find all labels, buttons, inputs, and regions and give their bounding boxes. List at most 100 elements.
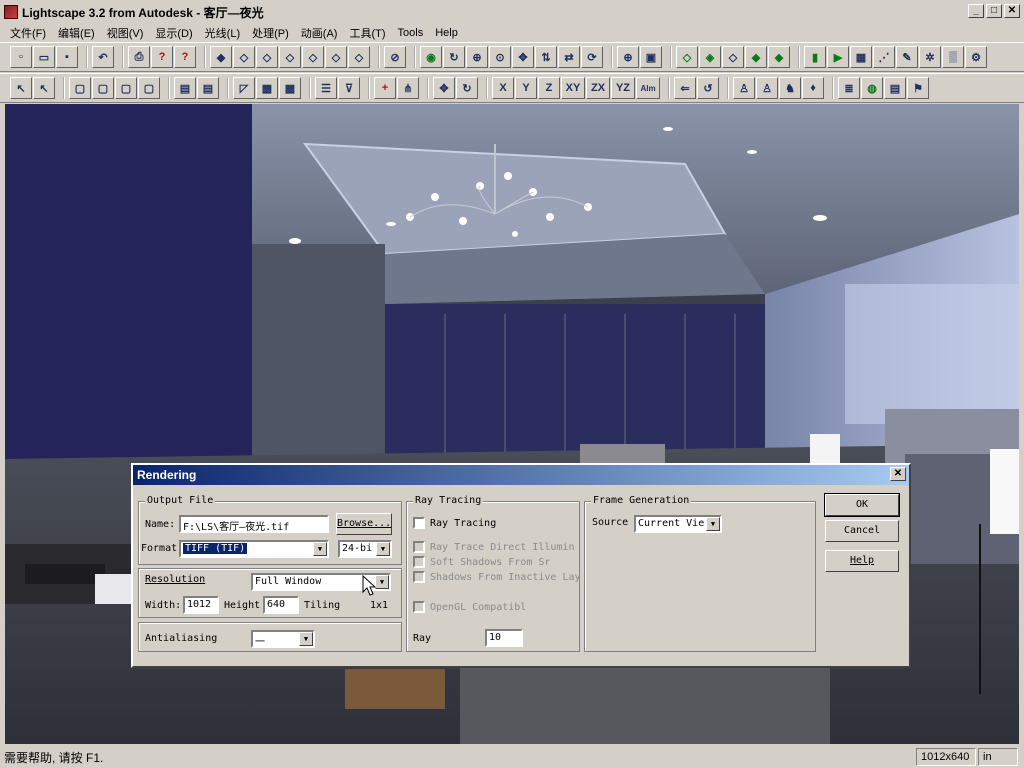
light-bulb-icon[interactable]: ♦ <box>802 77 824 99</box>
ok-button[interactable]: OK <box>824 493 900 517</box>
menu-process[interactable]: 处理(P) <box>246 25 295 41</box>
menu-tools-cn[interactable]: 工具(T) <box>343 25 391 41</box>
fly-icon[interactable]: ⇄ <box>558 46 580 68</box>
soft-shadows-checkbox[interactable] <box>413 556 425 568</box>
select-window-icon[interactable]: ▢ <box>69 77 91 99</box>
move-icon[interactable]: ✥ <box>433 77 455 99</box>
axis-z-button[interactable]: Z <box>538 77 560 99</box>
maximize-button[interactable]: □ <box>986 4 1002 18</box>
axis-yz-button[interactable]: YZ <box>611 77 635 99</box>
cube-view-3-icon[interactable]: ◇ <box>279 46 301 68</box>
cube-view-4-icon[interactable]: ◇ <box>302 46 324 68</box>
cube-view-2-icon[interactable]: ◇ <box>256 46 278 68</box>
axis-y-button[interactable]: Y <box>515 77 537 99</box>
cube-view-6-icon[interactable]: ◇ <box>348 46 370 68</box>
ray-depth-field[interactable]: 10 <box>485 629 523 647</box>
surface-select-icon[interactable]: ◸ <box>233 77 255 99</box>
bit-depth-select[interactable]: 24-bi ▼ <box>338 540 392 558</box>
deselect-all-icon[interactable]: ▢ <box>138 77 160 99</box>
pan-icon[interactable]: ✥ <box>512 46 534 68</box>
open-folder-icon[interactable]: ▭ <box>33 46 55 68</box>
menu-light[interactable]: 光线(L) <box>199 25 246 41</box>
tool-icon[interactable]: ✎ <box>896 46 918 68</box>
render-view-icon[interactable]: ▣ <box>640 46 662 68</box>
ray-tracing-checkbox[interactable] <box>413 517 425 529</box>
axis-alm-button[interactable]: Alm <box>636 77 660 99</box>
wire-cube-icon[interactable]: ◈ <box>699 46 721 68</box>
stairs-icon[interactable]: ⋰ <box>873 46 895 68</box>
person-select-icon[interactable]: ♙ <box>756 77 778 99</box>
menu-animation[interactable]: 动画(A) <box>295 25 344 41</box>
antialiasing-select[interactable]: 一 ▼ <box>251 630 315 648</box>
tree-icon[interactable]: ⋔ <box>397 77 419 99</box>
layers-icon[interactable]: ≣ <box>838 77 860 99</box>
save-icon[interactable]: ▪ <box>56 46 78 68</box>
select-crossing-icon[interactable]: ▢ <box>92 77 114 99</box>
browse-button[interactable]: Browse... <box>336 513 392 535</box>
layer-icon[interactable]: ▮ <box>804 46 826 68</box>
globe-icon[interactable]: ◍ <box>861 77 883 99</box>
menu-display[interactable]: 显示(D) <box>149 25 198 41</box>
output-name-field[interactable]: F:\LS\客厅—夜光.tif <box>179 515 329 533</box>
query-select-icon[interactable]: ↖ <box>33 77 55 99</box>
settings-icon[interactable]: ⚙ <box>965 46 987 68</box>
rotate-icon[interactable]: ⟳ <box>581 46 603 68</box>
source-select[interactable]: Current Vie ▼ <box>634 515 722 533</box>
material-icon[interactable]: ▦ <box>850 46 872 68</box>
print-icon[interactable]: ⎙ <box>128 46 150 68</box>
shaded-icon[interactable]: ◆ <box>745 46 767 68</box>
cube-view-1-icon[interactable]: ◇ <box>233 46 255 68</box>
select-mode-icon[interactable]: ◆ <box>210 46 232 68</box>
format-select[interactable]: TIFF (TIF) ▼ <box>179 540 329 558</box>
copy-icon[interactable]: ▤ <box>174 77 196 99</box>
zoom-extent-icon[interactable]: ⊘ <box>384 46 406 68</box>
flag-icon[interactable]: ⚑ <box>907 77 929 99</box>
zoom-in-icon[interactable]: ⊕ <box>617 46 639 68</box>
paste-icon[interactable]: ▤ <box>197 77 219 99</box>
dialog-close-button[interactable]: ✕ <box>890 467 906 481</box>
menu-view[interactable]: 视图(V) <box>101 25 150 41</box>
inactive-shadows-checkbox[interactable] <box>413 571 425 583</box>
mesh-icon[interactable]: ▩ <box>256 77 278 99</box>
run-icon[interactable]: ♞ <box>779 77 801 99</box>
deselect-icon[interactable]: ▢ <box>115 77 137 99</box>
solid-shaded-icon[interactable]: ◆ <box>768 46 790 68</box>
orbit-icon[interactable]: ↻ <box>443 46 465 68</box>
hidden-line-icon[interactable]: ◇ <box>722 46 744 68</box>
menu-tools[interactable]: Tools <box>392 27 430 39</box>
copy-render-icon[interactable]: ▤ <box>884 77 906 99</box>
pattern-icon[interactable]: ▒ <box>942 46 964 68</box>
width-field[interactable]: 1012 <box>183 596 219 614</box>
menu-help[interactable]: Help <box>429 27 464 39</box>
opengl-compatible-checkbox[interactable] <box>413 601 425 613</box>
reset-icon[interactable]: ↺ <box>697 77 719 99</box>
list-icon[interactable]: ☰ <box>315 77 337 99</box>
zoom-window-icon[interactable]: ⊙ <box>489 46 511 68</box>
eye-icon[interactable]: ◉ <box>420 46 442 68</box>
menu-file[interactable]: 文件(F) <box>4 25 52 41</box>
wireframe-icon[interactable]: ◇ <box>676 46 698 68</box>
direct-illumination-checkbox[interactable] <box>413 541 425 553</box>
height-field[interactable]: 640 <box>263 596 299 614</box>
axis-xy-button[interactable]: XY <box>561 77 585 99</box>
add-point-icon[interactable]: + <box>374 77 396 99</box>
context-help-icon[interactable]: ? <box>174 46 196 68</box>
arrow-select-icon[interactable]: ↖ <box>10 77 32 99</box>
rotate-object-icon[interactable]: ↻ <box>456 77 478 99</box>
axis-x-button[interactable]: X <box>492 77 514 99</box>
walk-person-icon[interactable]: ♙ <box>733 77 755 99</box>
help-icon[interactable]: ? <box>151 46 173 68</box>
minimize-button[interactable]: _ <box>968 4 984 18</box>
menu-edit[interactable]: 编辑(E) <box>52 25 101 41</box>
light-icon[interactable]: ▶ <box>827 46 849 68</box>
new-file-icon[interactable]: ▫ <box>10 46 32 68</box>
walk-icon[interactable]: ⇅ <box>535 46 557 68</box>
close-button[interactable]: ✕ <box>1004 4 1020 18</box>
axis-zx-button[interactable]: ZX <box>586 77 610 99</box>
cube-view-5-icon[interactable]: ◇ <box>325 46 347 68</box>
cancel-button[interactable]: Cancel <box>825 520 899 542</box>
help-button[interactable]: Help <box>825 550 899 572</box>
back-icon[interactable]: ⇐ <box>674 77 696 99</box>
zoom-icon[interactable]: ⊕ <box>466 46 488 68</box>
filter-icon[interactable]: ⊽ <box>338 77 360 99</box>
